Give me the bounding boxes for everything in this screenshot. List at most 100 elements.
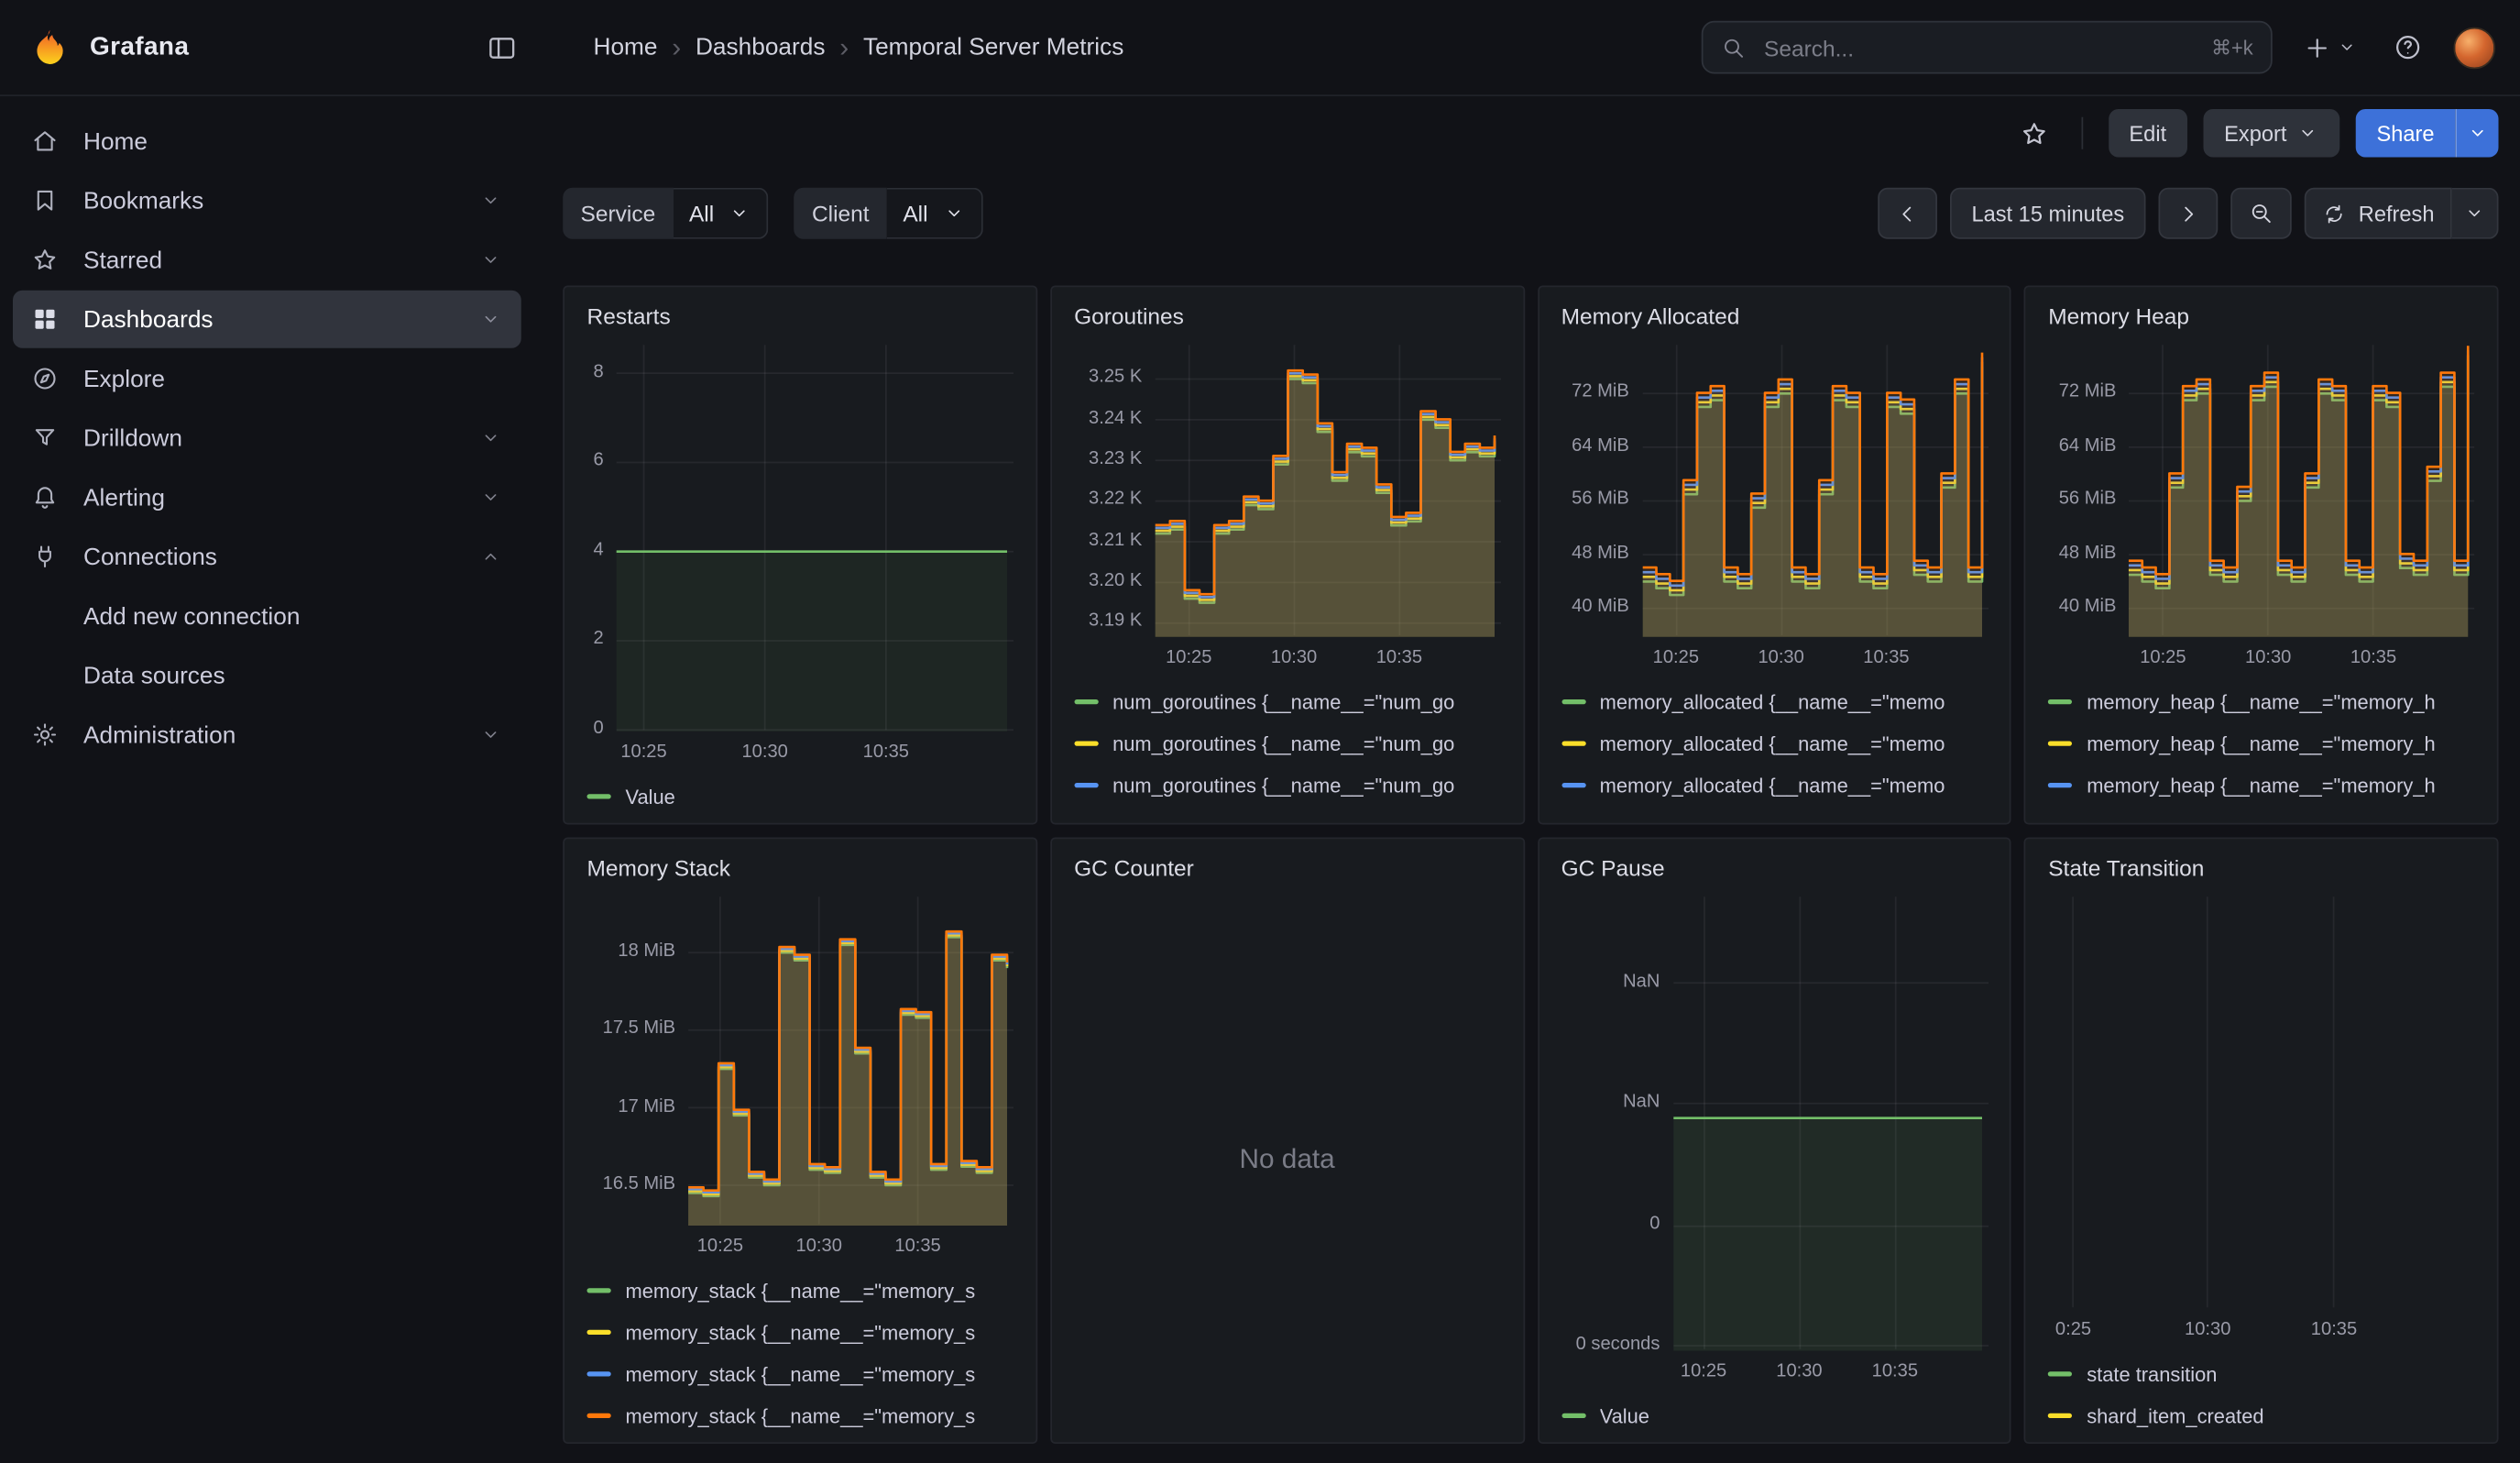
chart-plot[interactable] — [2048, 890, 2474, 1312]
chart-plot[interactable]: 18 MiB17.5 MiB17 MiB16.5 MiB — [587, 890, 1013, 1228]
legend-item[interactable]: memory_heap {__name__="memory_h — [2048, 730, 2474, 757]
legend-item[interactable]: memory_heap {__name__="memory_h — [2048, 688, 2474, 716]
legend: memory_heap {__name__="memory_h memory_he… — [2048, 676, 2474, 810]
legend-item[interactable]: num_goroutines {__name__="num_go — [1074, 772, 1500, 799]
main-content: Edit Export Share ServiceAllClientAll La… — [534, 96, 2520, 1463]
sidebar-item-add-new-connection[interactable]: Add new connection — [13, 588, 521, 645]
panel-title[interactable]: Memory Allocated — [1561, 300, 1988, 338]
legend-item[interactable]: num_goroutines {__name__="num_go — [1074, 688, 1500, 716]
chart-plot[interactable]: 72 MiB64 MiB56 MiB48 MiB40 MiB — [2048, 338, 2474, 640]
legend-item[interactable]: memory_allocated {__name__="memo — [1561, 688, 1988, 716]
sidebar-item-explore[interactable]: Explore — [13, 350, 521, 408]
legend-series-color — [2048, 1414, 2072, 1418]
chart-plot[interactable]: NaNNaN00 seconds — [1561, 890, 1988, 1354]
sidebar-item-expander[interactable] — [479, 427, 502, 450]
favorite-dashboard-button[interactable] — [2012, 112, 2055, 155]
sidebar-item-connections[interactable]: Connections — [13, 528, 521, 586]
refresh-button[interactable]: Refresh — [2304, 188, 2451, 239]
legend-item[interactable]: memory_allocated {__name__="memo — [1561, 772, 1988, 799]
sidebar-item-starred[interactable]: Starred — [13, 231, 521, 289]
panel-title[interactable]: Memory Stack — [587, 852, 1013, 890]
panel-title[interactable]: GC Counter — [1074, 852, 1500, 890]
question-circle-icon — [2393, 32, 2423, 62]
help-button[interactable] — [2388, 28, 2428, 68]
zoom-out-time-button[interactable] — [2230, 188, 2292, 239]
panel-title[interactable]: State Transition — [2048, 852, 2474, 890]
legend-item[interactable]: memory_heap {__name__="memory_h — [2048, 772, 2474, 799]
panel-memory-stack: Memory Stack18 MiB17.5 MiB17 MiB16.5 MiB… — [563, 838, 1037, 1445]
bell-icon-wrap — [29, 483, 61, 512]
breadcrumb-dashboards[interactable]: Dashboards — [696, 34, 826, 61]
sidebar-item-label: Administration — [83, 721, 236, 749]
sidebar-item-label: Data sources — [83, 662, 225, 689]
chart-plot[interactable]: 86420 — [587, 338, 1013, 734]
sidebar-item-dashboards[interactable]: Dashboards — [13, 291, 521, 348]
legend-item[interactable]: shard_item_created — [2048, 1402, 2474, 1430]
legend-item[interactable]: num_goroutines {__name__="num_go — [1074, 730, 1500, 757]
legend-label: memory_heap {__name__="memory_h — [2087, 690, 2435, 713]
sidebar-item-bookmarks[interactable]: Bookmarks — [13, 171, 521, 229]
export-label: Export — [2224, 121, 2286, 145]
breadcrumb-current-dashboard: Temporal Server Metrics — [863, 34, 1123, 61]
refresh-interval-button[interactable] — [2452, 188, 2499, 239]
legend-item[interactable]: memory_stack {__name__="memory_s — [587, 1360, 1013, 1388]
sidebar-item-home[interactable]: Home — [13, 113, 521, 170]
chevron-down-icon — [2296, 122, 2319, 145]
chart-plot[interactable]: 72 MiB64 MiB56 MiB48 MiB40 MiB — [1561, 338, 1988, 640]
legend-item[interactable]: memory_stack {__name__="memory_s — [587, 1277, 1013, 1304]
panel-title[interactable]: Restarts — [587, 300, 1013, 338]
legend-item[interactable]: memory_allocated {__name__="memo — [1561, 730, 1988, 757]
search-input[interactable] — [1761, 33, 2197, 62]
sidebar-item-alerting[interactable]: Alerting — [13, 468, 521, 526]
sidebar-item-expander[interactable] — [479, 545, 502, 568]
sidebar-item-administration[interactable]: Administration — [13, 706, 521, 764]
legend-series-color — [2048, 742, 2072, 746]
filter-value-dropdown[interactable]: All — [673, 188, 768, 239]
time-shift-back-button[interactable] — [1879, 188, 1938, 239]
legend-item[interactable]: state transition — [2048, 1360, 2474, 1388]
filter-service: ServiceAll — [563, 188, 768, 239]
legend-label: shard_item_created — [2087, 1404, 2263, 1427]
chevron-down-icon — [2337, 37, 2358, 58]
sidebar-item-expander[interactable] — [479, 308, 502, 331]
sidebar-item-expander[interactable] — [479, 486, 502, 509]
add-new-button[interactable] — [2298, 28, 2362, 67]
edit-button[interactable]: Edit — [2109, 109, 2187, 158]
y-axis-tick: 17 MiB — [587, 1096, 676, 1116]
panel-title[interactable]: GC Pause — [1561, 852, 1988, 890]
user-avatar[interactable] — [2454, 27, 2496, 69]
legend-label: Value — [1600, 1404, 1649, 1427]
star-icon — [30, 246, 60, 275]
global-search[interactable]: ⌘+k — [1702, 21, 2273, 74]
panel-grid: Restarts8642010:2510:3010:35ValueGorouti… — [563, 286, 2498, 1445]
export-button[interactable]: Export — [2203, 109, 2339, 158]
time-range-picker[interactable]: Last 15 minutes — [1951, 188, 2145, 239]
chart-plot[interactable]: 3.25 K3.24 K3.23 K3.22 K3.21 K3.20 K3.19… — [1074, 338, 1500, 640]
controls-row: ServiceAllClientAll Last 15 minutes Refr… — [563, 186, 2498, 241]
compass-icon-wrap — [29, 364, 61, 393]
filter-value-dropdown[interactable]: All — [887, 188, 982, 239]
legend-item[interactable]: Value — [587, 783, 1013, 810]
legend-series-color — [587, 1371, 611, 1376]
panel-title[interactable]: Memory Heap — [2048, 300, 2474, 338]
legend-item[interactable]: memory_stack {__name__="memory_s — [587, 1319, 1013, 1347]
legend-item[interactable]: Value — [1561, 1402, 1988, 1430]
sidebar-item-expander[interactable] — [479, 190, 502, 213]
legend-item[interactable]: memory_stack {__name__="memory_s — [587, 1402, 1013, 1430]
panel-left-icon — [486, 31, 518, 63]
time-shift-forward-button[interactable] — [2158, 188, 2218, 239]
panel-title[interactable]: Goroutines — [1074, 300, 1500, 338]
legend-series-color — [1074, 699, 1098, 704]
chevron-down-icon — [2463, 203, 2486, 226]
sidebar-item-expander[interactable] — [479, 248, 502, 271]
share-button[interactable]: Share — [2356, 109, 2456, 158]
sidebar-item-drilldown[interactable]: Drilldown — [13, 409, 521, 467]
sidebar-item-data-sources[interactable]: Data sources — [13, 646, 521, 704]
share-dropdown-button[interactable] — [2455, 109, 2498, 158]
timeseries-chart: 3.25 K3.24 K3.23 K3.22 K3.21 K3.20 K3.19… — [1074, 338, 1500, 810]
mega-menu-toggle-button[interactable] — [479, 25, 524, 70]
y-axis-tick: 6 — [587, 451, 604, 470]
chevron-down-icon — [942, 203, 965, 226]
sidebar-item-expander[interactable] — [479, 723, 502, 746]
breadcrumb-home[interactable]: Home — [594, 34, 658, 61]
